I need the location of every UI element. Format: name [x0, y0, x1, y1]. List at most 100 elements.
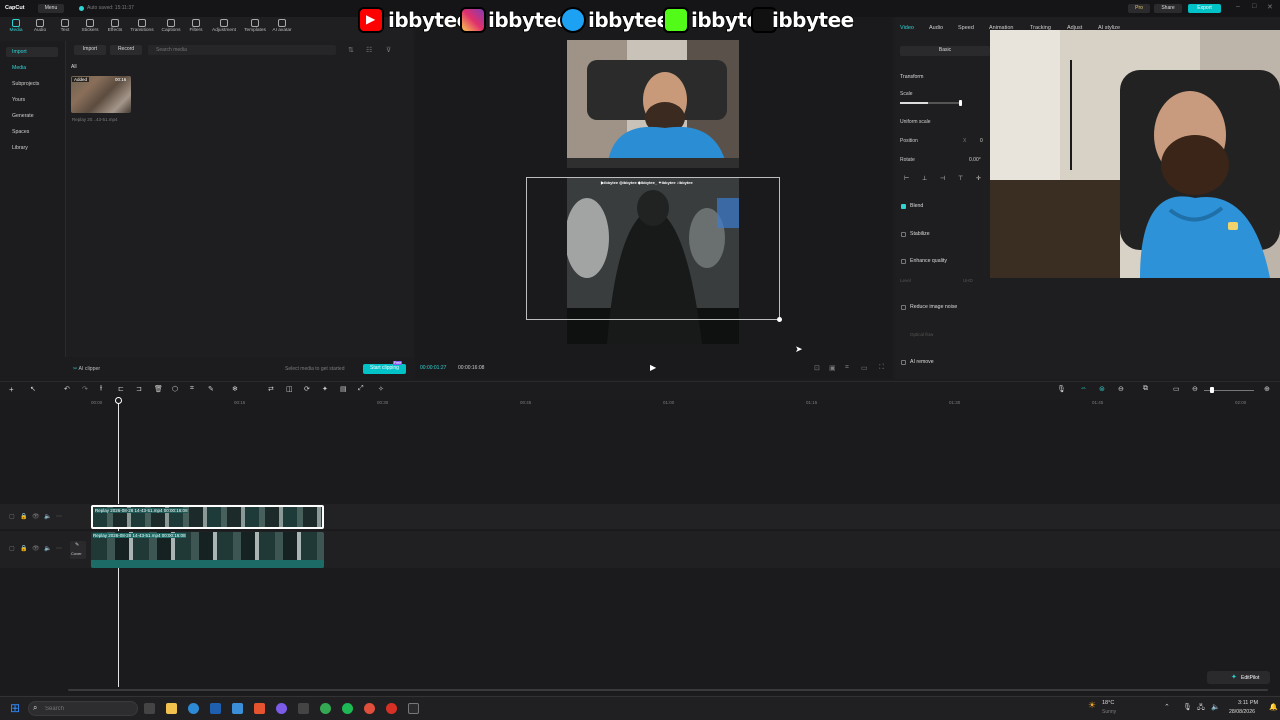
tab-audio[interactable]: Audio — [929, 25, 943, 31]
windows-start-icon[interactable]: ⊞ — [10, 701, 20, 715]
track1-more-icon[interactable]: ⋯ — [56, 513, 62, 520]
discord-icon[interactable] — [276, 703, 287, 714]
add-track-icon[interactable]: + — [9, 385, 14, 394]
playhead-handle[interactable] — [115, 397, 122, 404]
screenshot-icon[interactable]: ▣ — [829, 364, 836, 372]
view-icon[interactable]: ☷ — [366, 46, 372, 54]
nav-spaces[interactable]: Spaces — [6, 127, 58, 137]
tool-transitions[interactable]: Transitions — [130, 19, 154, 33]
freeze-icon[interactable]: ❄ — [232, 385, 238, 393]
clip-track-1[interactable]: Replay 2026-08-28 14-43-51.mp4 00:00:16:… — [91, 505, 324, 529]
spotify-icon[interactable] — [342, 703, 353, 714]
ai-remove-checkbox[interactable] — [901, 360, 906, 365]
share-button[interactable]: Share — [1154, 4, 1182, 13]
level-value[interactable]: UHD — [963, 278, 973, 283]
split-icon[interactable]: ⫲ — [100, 385, 102, 393]
magic-icon[interactable]: ✦ — [322, 385, 328, 393]
timeline-scrollbar[interactable] — [68, 689, 1268, 691]
volume-icon[interactable]: 🔈 — [1211, 703, 1220, 711]
select-tool-icon[interactable]: ↖ — [30, 385, 36, 393]
fullscreen-icon[interactable]: ⛶ — [879, 364, 884, 372]
position-x-value[interactable]: 0 — [980, 138, 983, 144]
tab-speed[interactable]: Speed — [958, 25, 974, 31]
export-button[interactable]: Export — [1188, 4, 1221, 13]
track1-eye-icon[interactable]: 👁 — [32, 513, 40, 520]
layers-icon[interactable]: ⧉ — [1143, 385, 1148, 393]
split-left-icon[interactable]: ⊏ — [118, 385, 124, 393]
chrome-icon[interactable] — [320, 703, 331, 714]
track1-tag-icon[interactable]: ▢ — [9, 513, 15, 520]
tool-media[interactable]: Media — [4, 19, 28, 33]
tool-captions[interactable]: Captions — [159, 19, 183, 33]
pen-icon[interactable]: ✎ — [208, 385, 214, 393]
network-icon[interactable]: 🖧 — [1197, 703, 1205, 714]
rotate-value[interactable]: 0.00° — [969, 157, 981, 163]
nav-subprojects[interactable]: Subprojects — [6, 79, 58, 89]
filter-all[interactable]: All — [71, 64, 77, 70]
track2-tag-icon[interactable]: ▢ — [9, 545, 15, 552]
blend-checkbox[interactable] — [901, 204, 906, 209]
edge-icon[interactable] — [188, 703, 199, 714]
file-explorer-icon[interactable] — [166, 703, 177, 714]
stabilize-label[interactable]: Stabilize — [910, 231, 930, 237]
resize-handle[interactable] — [777, 317, 782, 322]
scale-slider[interactable] — [900, 100, 962, 106]
editpilot-button[interactable]: ✦ EditPilot — [1207, 671, 1270, 684]
notification-icon[interactable]: 🔔 — [1269, 703, 1278, 711]
track2-audio-icon[interactable]: 🔈 — [44, 545, 51, 552]
reverse-icon[interactable]: ⇄ — [268, 385, 274, 393]
link-icon[interactable]: ⇔ — [1080, 385, 1087, 392]
align-left-icon[interactable]: ⊢ — [904, 175, 909, 182]
search-media-input[interactable] — [148, 45, 336, 55]
tool-filters[interactable]: Filters — [184, 19, 208, 33]
tool-adjustment[interactable]: Adjustment — [212, 19, 236, 33]
redo-icon[interactable]: ↷ — [82, 385, 88, 393]
split-right-icon[interactable]: ⊐ — [136, 385, 142, 393]
track2-more-icon[interactable]: ⋯ — [56, 545, 62, 552]
align-right-icon[interactable]: ⊣ — [940, 175, 945, 182]
tool-ai-avatar[interactable]: AI avatar — [270, 19, 294, 33]
undo-icon[interactable]: ↶ — [64, 385, 70, 393]
zoom-out-icon[interactable]: ⊖ — [1192, 385, 1198, 393]
taskbar-search-input[interactable] — [28, 701, 138, 716]
maximize-icon[interactable]: □ — [1252, 3, 1256, 10]
import-button[interactable]: Import — [74, 45, 106, 55]
fit-icon[interactable]: ▤ — [340, 385, 347, 393]
mic-icon[interactable]: 🎙 — [1057, 385, 1066, 393]
pro-button[interactable]: Pro — [1128, 4, 1150, 13]
zoom-in-icon[interactable]: ⊕ — [1264, 385, 1270, 393]
brave-icon[interactable] — [254, 703, 265, 714]
app-red-icon[interactable] — [386, 703, 397, 714]
zoom-fit-icon[interactable]: ⌗ — [845, 364, 849, 372]
outlook-icon[interactable] — [210, 703, 221, 714]
record-button[interactable]: Record — [110, 45, 142, 55]
rotate-icon[interactable]: ⟳ — [304, 385, 310, 393]
ratio-select-icon[interactable]: ▭ — [861, 364, 868, 372]
mirror-icon[interactable]: ◫ — [286, 385, 293, 393]
track1-audio-icon[interactable]: 🔈 — [44, 513, 51, 520]
caption-icon[interactable]: ▭ — [1173, 385, 1180, 393]
tray-chevron-icon[interactable]: ⌃ — [1164, 703, 1170, 711]
terminal-icon[interactable] — [298, 703, 309, 714]
snap-icon[interactable]: ⊜ — [1099, 385, 1105, 393]
reduce-noise-checkbox[interactable] — [901, 305, 906, 310]
ai-clipper[interactable]: ✂ AI clipper — [73, 366, 100, 372]
nav-generate[interactable]: Generate — [6, 111, 58, 121]
scale-knob[interactable] — [959, 100, 962, 106]
align-top-icon[interactable]: ⊤ — [958, 175, 963, 182]
selection-box[interactable] — [526, 177, 780, 320]
track1-lock-icon[interactable]: 🔒 — [20, 513, 27, 520]
tab-video[interactable]: Video — [900, 25, 914, 31]
minimize-icon[interactable]: – — [1236, 3, 1240, 10]
nav-library[interactable]: Library — [6, 143, 58, 153]
chrome-profile-icon[interactable] — [364, 703, 375, 714]
preview-axis-icon[interactable]: ⊖ — [1118, 385, 1124, 393]
marker-icon[interactable]: ⬡ — [172, 385, 178, 393]
nav-yours[interactable]: Yours — [6, 95, 58, 105]
tool-audio[interactable]: Audio — [28, 19, 52, 33]
start-clipping-button[interactable]: Start clipping — [363, 364, 406, 374]
play-icon[interactable]: ▶ — [650, 363, 656, 372]
tool-templates[interactable]: Templates — [243, 19, 267, 33]
enhance-checkbox[interactable] — [901, 259, 906, 264]
track2-lock-icon[interactable]: 🔒 — [20, 545, 27, 552]
